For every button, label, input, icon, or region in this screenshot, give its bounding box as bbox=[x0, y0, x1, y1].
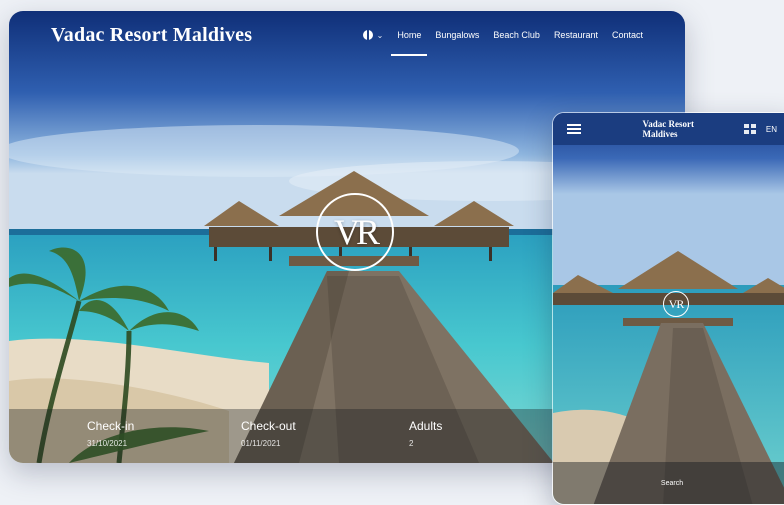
mobile-preview: Vadac Resort Maldives EN VR Search bbox=[552, 112, 784, 505]
stage: Vadac Resort Maldives ⌄ Home Bungalows B… bbox=[0, 0, 784, 505]
nav-bungalows[interactable]: Bungalows bbox=[435, 26, 479, 44]
adults-label: Adults bbox=[409, 419, 443, 433]
checkin-field[interactable]: Check-in 31/10/2021 bbox=[87, 419, 134, 448]
globe-icon bbox=[362, 30, 373, 40]
checkin-value: 31/10/2021 bbox=[87, 439, 128, 448]
language-selector[interactable]: ⌄ bbox=[362, 30, 384, 40]
nav-beach-club[interactable]: Beach Club bbox=[493, 26, 540, 44]
nav-contact[interactable]: Contact bbox=[612, 26, 643, 44]
checkout-label: Check-out bbox=[241, 419, 296, 433]
flag-icon[interactable] bbox=[744, 124, 756, 134]
search-label: Search bbox=[660, 479, 684, 487]
checkout-field[interactable]: Check-out 01/11/2021 bbox=[241, 419, 296, 448]
mobile-language-label[interactable]: EN bbox=[766, 125, 777, 134]
brand-title[interactable]: Vadac Resort Maldives bbox=[51, 24, 252, 47]
mobile-brand-title[interactable]: Vadac Resort Maldives bbox=[643, 119, 729, 139]
logo-mark: VR bbox=[316, 193, 394, 271]
chevron-down-icon: ⌄ bbox=[376, 30, 384, 40]
nav-restaurant[interactable]: Restaurant bbox=[554, 26, 598, 44]
adults-field[interactable]: Adults 2 bbox=[409, 419, 442, 448]
mobile-logo-mark: VR bbox=[663, 291, 689, 317]
checkout-value: 01/11/2021 bbox=[241, 439, 281, 448]
main-nav: ⌄ Home Bungalows Beach Club Restaurant C… bbox=[362, 26, 643, 56]
adults-value: 2 bbox=[409, 439, 414, 448]
checkin-label: Check-in bbox=[87, 419, 135, 433]
nav-home[interactable]: Home bbox=[391, 26, 428, 56]
hamburger-icon[interactable] bbox=[567, 124, 581, 134]
mobile-search-button[interactable]: Search bbox=[553, 462, 784, 504]
desktop-header: Vadac Resort Maldives ⌄ Home Bungalows B… bbox=[9, 11, 685, 59]
mobile-header: Vadac Resort Maldives EN bbox=[553, 113, 784, 145]
